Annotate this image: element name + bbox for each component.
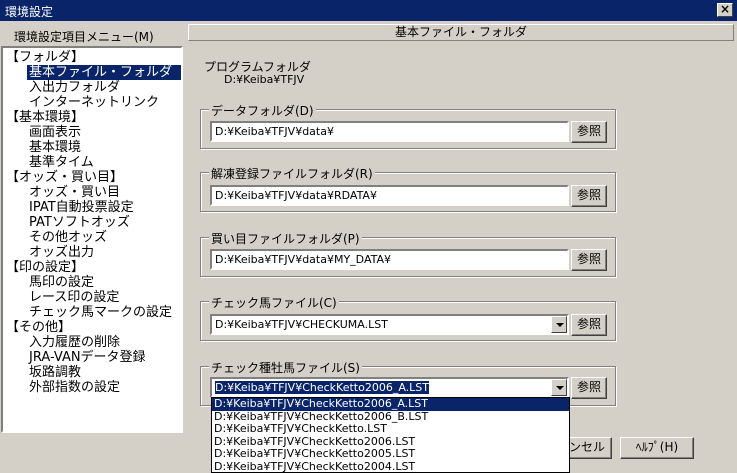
close-button[interactable]: × bbox=[717, 3, 733, 17]
check-shuboba-browse-button[interactable]: 参照 bbox=[571, 377, 607, 399]
kaitou-folder-input[interactable]: D:¥Keiba¥TFJV¥data¥RDATA¥ bbox=[210, 185, 569, 206]
data-folder-browse-button[interactable]: 参照 bbox=[571, 121, 607, 143]
dropdown-option[interactable]: D:¥Keiba¥TFJV¥CheckKetto2006_A.LST bbox=[212, 398, 569, 411]
check-shuboba-combo[interactable]: D:¥Keiba¥TFJV¥CheckKetto2006_A.LST bbox=[210, 377, 569, 398]
check-shuboba-dropdown-list[interactable]: D:¥Keiba¥TFJV¥CheckKetto2006_A.LST D:¥Kei… bbox=[211, 397, 570, 473]
program-folder-value: D:¥Keiba¥TFJV bbox=[224, 73, 305, 86]
dropdown-option[interactable]: D:¥Keiba¥TFJV¥CheckKetto2004.LST bbox=[212, 460, 569, 472]
tree-item[interactable]: 外部指数の設定 bbox=[29, 380, 120, 395]
data-folder-title: データフォルダ(D) bbox=[209, 102, 316, 119]
check-shuboba-title: チェック種牡馬ファイル(S) bbox=[209, 359, 362, 376]
check-uma-combo[interactable]: D:¥Keiba¥TFJV¥CHECKUMA.LST bbox=[210, 314, 569, 335]
title-bar[interactable]: 環境設定 × bbox=[0, 0, 737, 21]
kaitou-folder-title: 解凍登録ファイルフォルダ(R) bbox=[209, 165, 375, 182]
tree-item[interactable]: チェック馬マークの設定 bbox=[29, 305, 172, 320]
dropdown-option[interactable]: D:¥Keiba¥TFJV¥CheckKetto.LST bbox=[212, 422, 569, 436]
tree-item[interactable]: IPAT自動投票設定 bbox=[29, 200, 134, 215]
tree-item[interactable]: 入力履歴の削除 bbox=[29, 335, 120, 350]
tree-item[interactable]: 基準タイム bbox=[29, 155, 94, 170]
tree-category[interactable]: 【フォルダ】 bbox=[6, 50, 84, 65]
tree-category[interactable]: 【印の設定】 bbox=[6, 260, 84, 275]
check-uma-dropdown-button[interactable] bbox=[551, 316, 567, 333]
tree-item[interactable]: 坂路調教 bbox=[29, 365, 81, 380]
tree-item[interactable]: 馬印の設定 bbox=[29, 275, 94, 290]
kaime-folder-browse-button[interactable]: 参照 bbox=[571, 249, 607, 271]
close-icon: × bbox=[719, 2, 731, 16]
settings-tree[interactable]: 【フォルダ】 基本ファイル・フォルダ 入出力フォルダ インターネットリンク 【基本環境】… bbox=[1, 46, 183, 433]
check-uma-title: チェック馬ファイル(C) bbox=[209, 294, 339, 311]
tree-item[interactable]: レース印の設定 bbox=[29, 290, 119, 305]
tree-item[interactable]: JRA-VANデータ登録 bbox=[29, 350, 146, 365]
check-uma-browse-button[interactable]: 参照 bbox=[571, 314, 607, 336]
tree-category[interactable]: 【オッズ・買い目】 bbox=[6, 170, 123, 185]
kaime-folder-title: 買い目ファイルフォルダ(P) bbox=[209, 230, 362, 247]
kaime-folder-input[interactable]: D:¥Keiba¥TFJV¥data¥MY_DATA¥ bbox=[210, 249, 569, 270]
menu-label: 環境設定項目メニュー(M) bbox=[14, 30, 154, 44]
tree-item[interactable]: その他オッズ bbox=[29, 230, 107, 245]
data-folder-input[interactable]: D:¥Keiba¥TFJV¥data¥ bbox=[210, 121, 569, 142]
check-uma-value: D:¥Keiba¥TFJV¥CHECKUMA.LST bbox=[215, 318, 388, 331]
panel-header: 基本ファイル・フォルダ bbox=[188, 24, 734, 41]
tree-item[interactable]: 画面表示 bbox=[29, 125, 81, 140]
window-title: 環境設定 bbox=[5, 5, 54, 19]
settings-window: 環境設定 × 環境設定項目メニュー(M) 【フォルダ】 基本ファイル・フォルダ 入出… bbox=[0, 0, 737, 473]
tree-item[interactable]: 入出力フォルダ bbox=[29, 80, 120, 95]
tree-item[interactable]: オッズ出力 bbox=[29, 245, 94, 260]
dropdown-option[interactable]: D:¥Keiba¥TFJV¥CheckKetto2005.LST bbox=[212, 447, 569, 461]
tree-category[interactable]: 【その他】 bbox=[6, 320, 71, 335]
check-shuboba-dropdown-button[interactable] bbox=[551, 379, 567, 396]
tree-category[interactable]: 【基本環境】 bbox=[6, 110, 84, 125]
tree-item[interactable]: インターネットリンク bbox=[29, 95, 159, 110]
kaitou-folder-browse-button[interactable]: 参照 bbox=[571, 185, 607, 207]
check-shuboba-value: D:¥Keiba¥TFJV¥CheckKetto2006_A.LST bbox=[215, 381, 429, 394]
tree-item[interactable]: PATソフトオッズ bbox=[29, 215, 130, 230]
tree-item[interactable]: 基本ファイル・フォルダ bbox=[27, 65, 181, 80]
tree-item[interactable]: オッズ・買い目 bbox=[29, 185, 120, 200]
tree-item[interactable]: 基本環境 bbox=[29, 140, 81, 155]
help-button[interactable]: ﾍﾙﾌﾟ(H) bbox=[620, 437, 694, 459]
